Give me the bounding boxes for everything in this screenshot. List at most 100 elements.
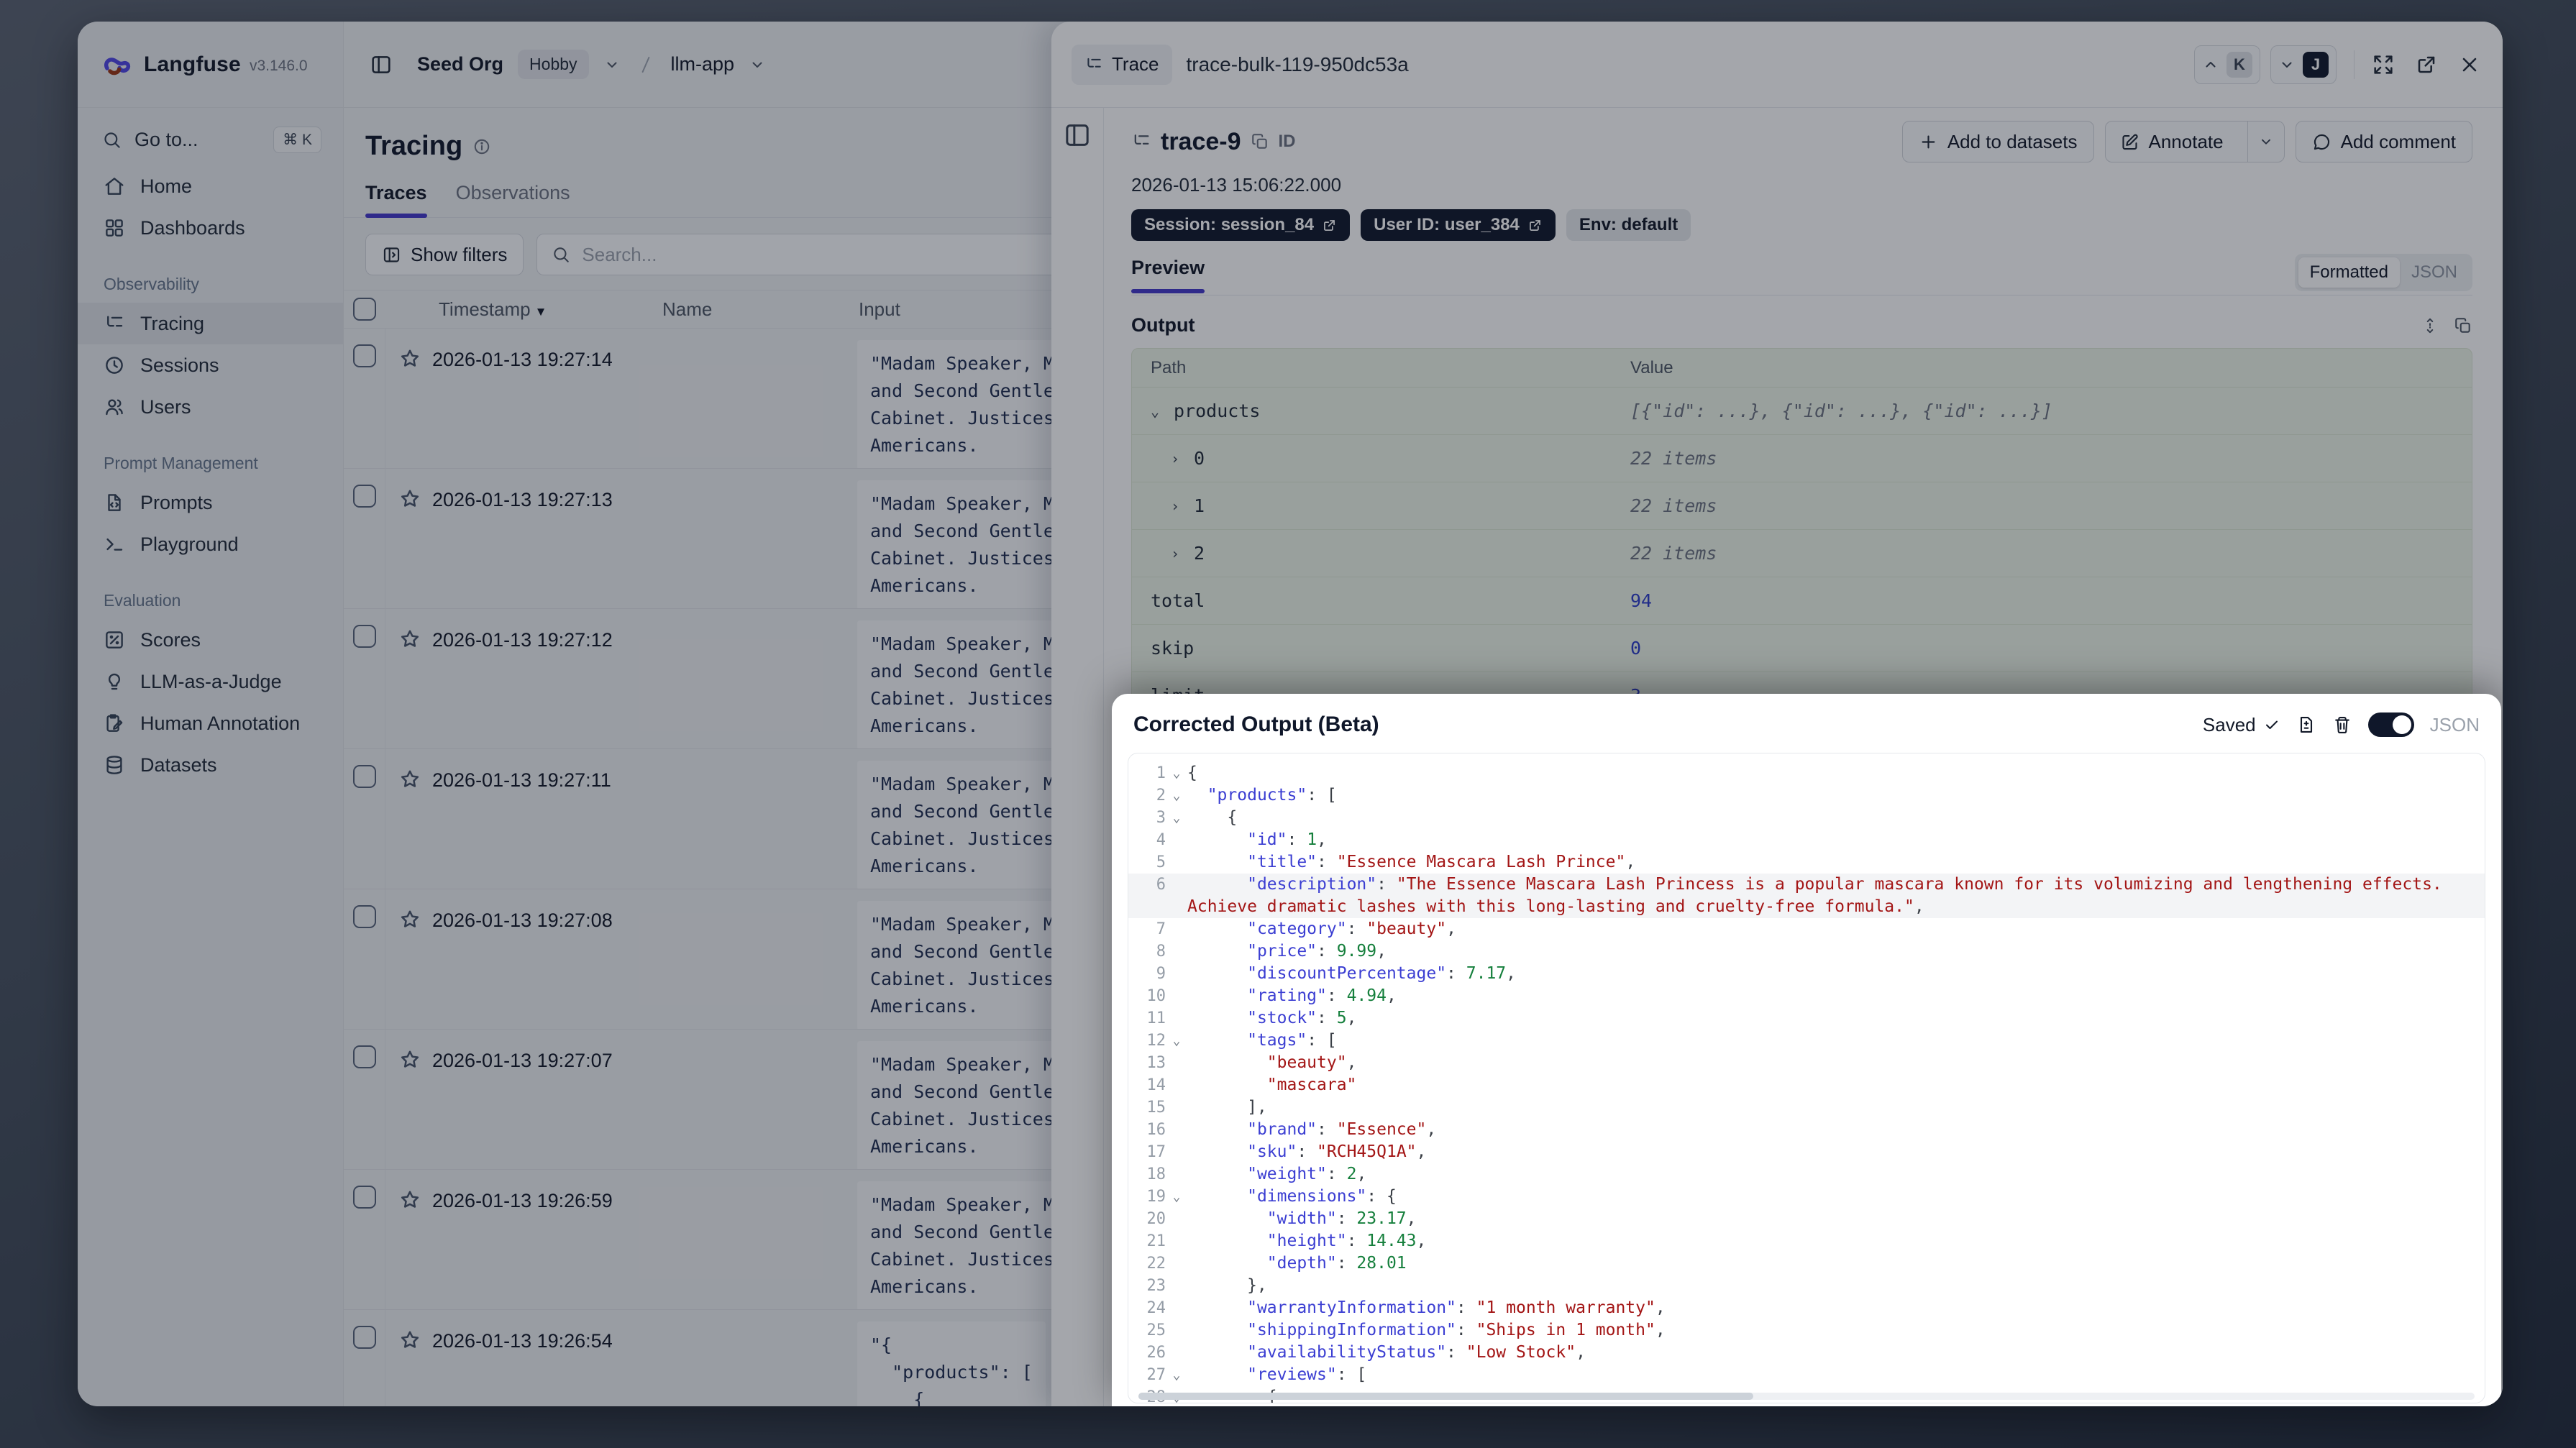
output-path[interactable]: › 2 bbox=[1132, 543, 1630, 564]
code-line-4[interactable]: 4 "id": 1, bbox=[1128, 829, 2485, 851]
code-line-18[interactable]: 18 "weight": 2, bbox=[1128, 1163, 2485, 1186]
code-line-16[interactable]: 16 "brand": "Essence", bbox=[1128, 1119, 2485, 1141]
code-line-26[interactable]: 26 "availabilityStatus": "Low Stock", bbox=[1128, 1342, 2485, 1364]
code-line-6[interactable]: 6 "description": "The Essence Mascara La… bbox=[1128, 874, 2485, 896]
tab-traces[interactable]: Traces bbox=[365, 182, 427, 218]
user-badge[interactable]: User ID: user_384 bbox=[1361, 209, 1556, 241]
org-name[interactable]: Seed Org bbox=[417, 53, 503, 75]
sidebar-item-llm-as-a-judge[interactable]: LLM-as-a-Judge bbox=[78, 661, 343, 702]
fold-caret-icon[interactable]: ⌄ bbox=[1166, 784, 1187, 807]
row-checkbox[interactable] bbox=[352, 1186, 376, 1209]
star-icon[interactable] bbox=[398, 628, 421, 651]
sidebar-toggle-icon[interactable] bbox=[365, 49, 397, 81]
copy-icon[interactable] bbox=[2454, 316, 2472, 335]
sidebar-item-home[interactable]: Home bbox=[78, 165, 343, 207]
code-line-13[interactable]: 13 "beauty", bbox=[1128, 1052, 2485, 1074]
sidebar-item-human-annotation[interactable]: Human Annotation bbox=[78, 702, 343, 744]
sidebar-item-tracing[interactable]: Tracing bbox=[78, 303, 343, 344]
sidebar-item-datasets[interactable]: Datasets bbox=[78, 744, 343, 786]
code-line-1[interactable]: 1 ⌄{ bbox=[1128, 762, 2485, 784]
row-checkbox[interactable] bbox=[352, 1045, 376, 1068]
sidebar-item-scores[interactable]: Scores bbox=[78, 619, 343, 661]
star-icon[interactable] bbox=[398, 1188, 421, 1211]
code-line-9[interactable]: 9 "discountPercentage": 7.17, bbox=[1128, 963, 2485, 985]
column-timestamp[interactable]: Timestamp ▼ bbox=[385, 298, 644, 321]
json-editor[interactable]: 1 ⌄{2 ⌄ "products": [3 ⌄ {4 "id": 1, 5 "titl… bbox=[1128, 753, 2485, 1403]
star-icon[interactable] bbox=[398, 908, 421, 931]
code-line-12[interactable]: 12 ⌄ "tags": [ bbox=[1128, 1030, 2485, 1052]
code-line-24[interactable]: 24 "warrantyInformation": "1 month warra… bbox=[1128, 1297, 2485, 1319]
fold-caret-icon[interactable]: ⌄ bbox=[1166, 807, 1187, 829]
row-checkbox[interactable] bbox=[352, 765, 376, 788]
code-line-17[interactable]: 17 "sku": "RCH45Q1A", bbox=[1128, 1141, 2485, 1163]
output-path[interactable]: ⌄ products bbox=[1132, 400, 1630, 421]
file-diff-icon[interactable] bbox=[2296, 715, 2316, 735]
sidebar-item-prompts[interactable]: Prompts bbox=[78, 482, 343, 523]
sidebar-item-users[interactable]: Users bbox=[78, 386, 343, 428]
add-comment-button[interactable]: Add comment bbox=[2295, 121, 2472, 162]
select-all-checkbox[interactable] bbox=[353, 298, 376, 321]
column-name[interactable]: Name bbox=[644, 298, 853, 321]
expand-icon[interactable] bbox=[2372, 53, 2395, 76]
show-filters-button[interactable]: Show filters bbox=[365, 234, 524, 275]
sidebar-item-dashboards[interactable]: Dashboards bbox=[78, 207, 343, 249]
chevron-down-icon[interactable] bbox=[603, 56, 621, 73]
next-trace-button[interactable]: J bbox=[2270, 45, 2337, 84]
row-checkbox[interactable] bbox=[352, 344, 376, 367]
fold-caret-icon[interactable]: ⌄ bbox=[1166, 1186, 1187, 1208]
code-line-2[interactable]: 2 ⌄ "products": [ bbox=[1128, 784, 2485, 807]
row-checkbox[interactable] bbox=[352, 905, 376, 928]
code-line-8[interactable]: 8 "price": 9.99, bbox=[1128, 940, 2485, 963]
prev-trace-button[interactable]: K bbox=[2194, 45, 2260, 84]
code-line-25[interactable]: 25 "shippingInformation": "Ships in 1 mo… bbox=[1128, 1319, 2485, 1342]
collapse-panel-icon[interactable] bbox=[1063, 121, 1092, 150]
horizontal-scrollbar[interactable] bbox=[1138, 1393, 2475, 1400]
row-checkbox[interactable] bbox=[352, 625, 376, 648]
code-line-5[interactable]: 5 "title": "Essence Mascara Lash Prince"… bbox=[1128, 851, 2485, 874]
annotate-button[interactable]: Annotate bbox=[2106, 122, 2238, 162]
goto-search[interactable]: Go to... ⌘ K bbox=[89, 119, 332, 160]
output-path[interactable]: › 1 bbox=[1132, 495, 1630, 516]
output-path[interactable]: › 0 bbox=[1132, 448, 1630, 469]
code-line-27[interactable]: 27 ⌄ "reviews": [ bbox=[1128, 1364, 2485, 1386]
unfold-icon[interactable] bbox=[2421, 316, 2439, 335]
annotate-dropdown[interactable] bbox=[2247, 122, 2284, 162]
json-toggle[interactable] bbox=[2367, 712, 2414, 737]
fold-caret-icon[interactable]: ⌄ bbox=[1166, 762, 1187, 784]
star-icon[interactable] bbox=[398, 487, 421, 510]
fold-caret-icon[interactable]: ⌄ bbox=[1166, 1030, 1187, 1052]
tab-observations[interactable]: Observations bbox=[456, 182, 570, 217]
row-checkbox[interactable] bbox=[352, 1326, 376, 1349]
code-line-7[interactable]: 7 "category": "beauty", bbox=[1128, 918, 2485, 940]
copy-icon[interactable] bbox=[1251, 132, 1269, 151]
add-to-datasets-button[interactable]: Add to datasets bbox=[1901, 121, 2094, 162]
code-line-23[interactable]: 23 }, bbox=[1128, 1275, 2485, 1297]
code-line-22[interactable]: 22 "depth": 28.01 bbox=[1128, 1252, 2485, 1275]
close-icon[interactable] bbox=[2458, 53, 2481, 76]
chevron-down-icon[interactable] bbox=[749, 56, 766, 73]
fold-caret-icon[interactable]: ⌄ bbox=[1166, 1364, 1187, 1386]
code-line-10[interactable]: 10 "rating": 4.94, bbox=[1128, 985, 2485, 1007]
code-line-3[interactable]: 3 ⌄ { bbox=[1128, 807, 2485, 829]
code-line-15[interactable]: 15 ], bbox=[1128, 1096, 2485, 1119]
code-line-6-wrap[interactable]: Achieve dramatic lashes with this long-l… bbox=[1128, 896, 2485, 918]
format-formatted[interactable]: Formatted bbox=[2298, 257, 2400, 288]
code-line-19[interactable]: 19 ⌄ "dimensions": { bbox=[1128, 1186, 2485, 1208]
star-icon[interactable] bbox=[398, 1048, 421, 1071]
session-badge[interactable]: Session: session_84 bbox=[1131, 209, 1351, 241]
code-line-21[interactable]: 21 "height": 14.43, bbox=[1128, 1230, 2485, 1252]
trash-icon[interactable] bbox=[2332, 715, 2352, 735]
open-in-new-icon[interactable] bbox=[2415, 53, 2438, 76]
row-checkbox[interactable] bbox=[352, 485, 376, 508]
format-json[interactable]: JSON bbox=[2400, 257, 2469, 288]
star-icon[interactable] bbox=[398, 347, 421, 370]
code-line-11[interactable]: 11 "stock": 5, bbox=[1128, 1007, 2485, 1030]
star-icon[interactable] bbox=[398, 768, 421, 791]
star-icon[interactable] bbox=[398, 1329, 421, 1352]
code-line-20[interactable]: 20 "width": 23.17, bbox=[1128, 1208, 2485, 1230]
sidebar-item-playground[interactable]: Playground bbox=[78, 523, 343, 565]
project-name[interactable]: llm-app bbox=[671, 53, 735, 75]
tab-preview[interactable]: Preview bbox=[1131, 257, 1205, 293]
sidebar-item-sessions[interactable]: Sessions bbox=[78, 344, 343, 386]
code-line-14[interactable]: 14 "mascara" bbox=[1128, 1074, 2485, 1096]
